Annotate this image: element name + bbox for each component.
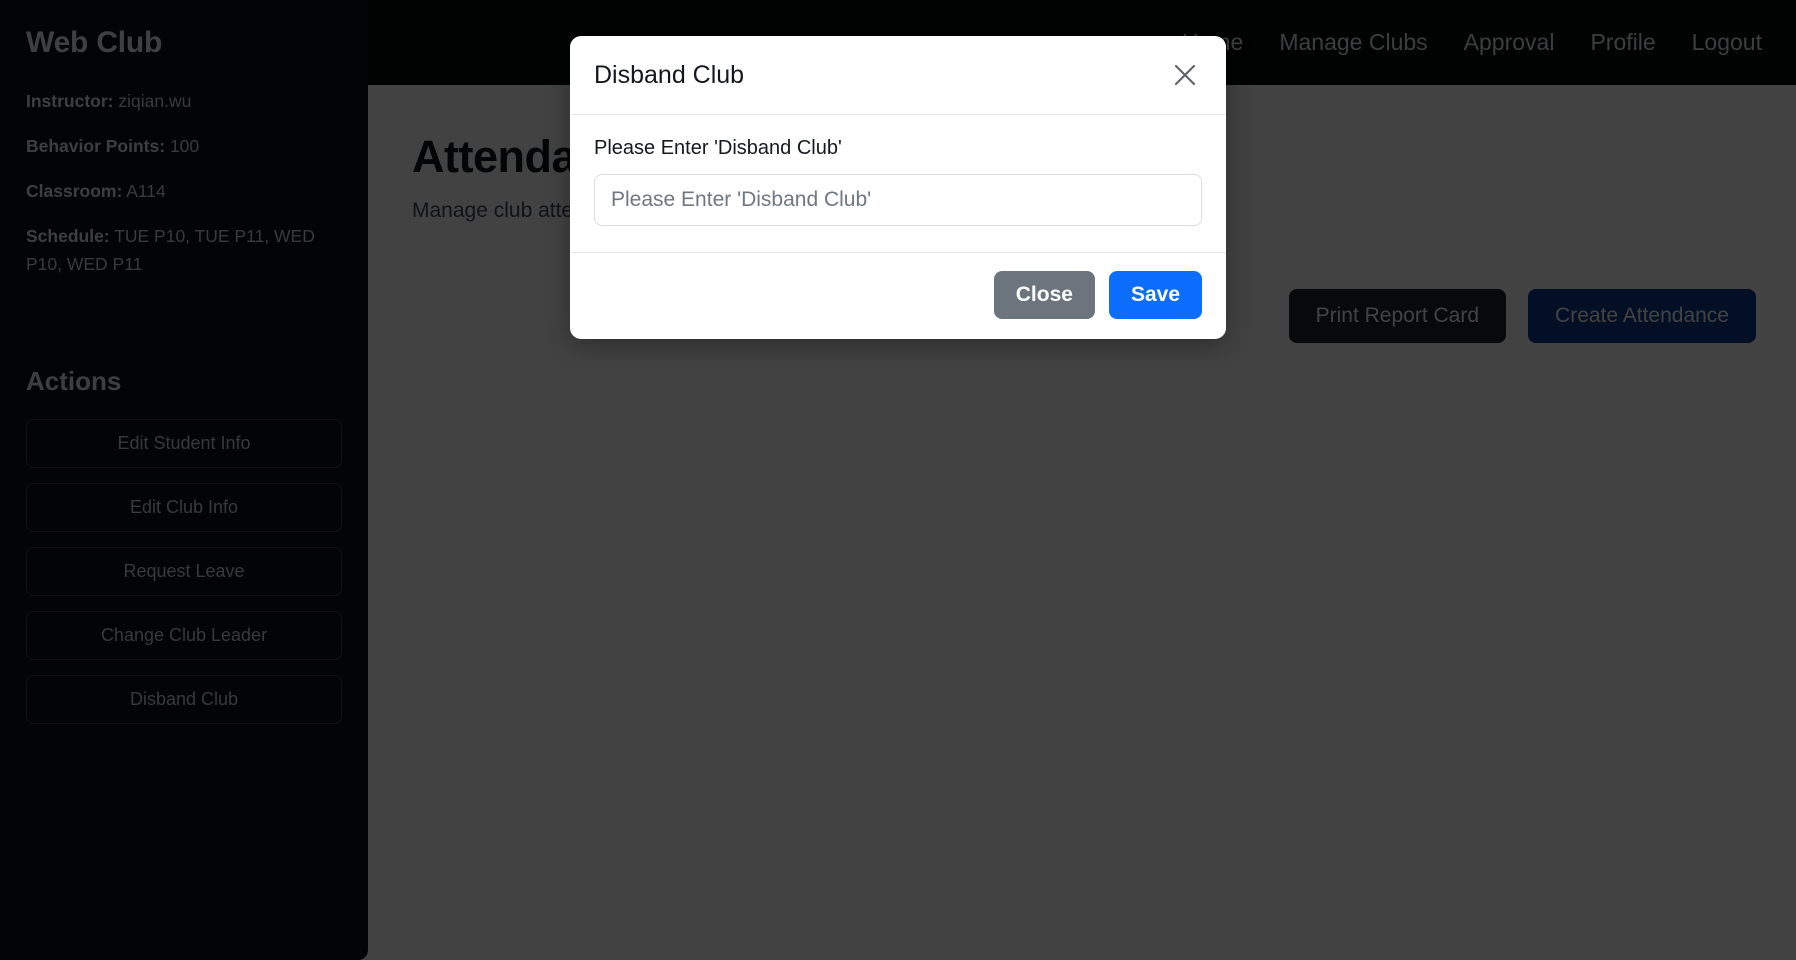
modal-title: Disband Club: [594, 60, 745, 89]
modal-close-button[interactable]: Close: [993, 271, 1095, 319]
app-root: Web Club Instructor: ziqian.wu Behavior …: [0, 0, 1796, 960]
disband-club-field-label: Please Enter 'Disband Club': [594, 137, 842, 159]
modal-footer: Close Save: [570, 253, 1226, 339]
disband-club-input[interactable]: [594, 174, 1202, 226]
close-icon[interactable]: [1168, 58, 1202, 92]
modal-save-button[interactable]: Save: [1108, 271, 1202, 319]
disband-club-modal: Disband Club Please Enter 'Disband Club'…: [570, 36, 1226, 339]
modal-body: Please Enter 'Disband Club': [570, 115, 1226, 253]
modal-header: Disband Club: [570, 36, 1226, 115]
